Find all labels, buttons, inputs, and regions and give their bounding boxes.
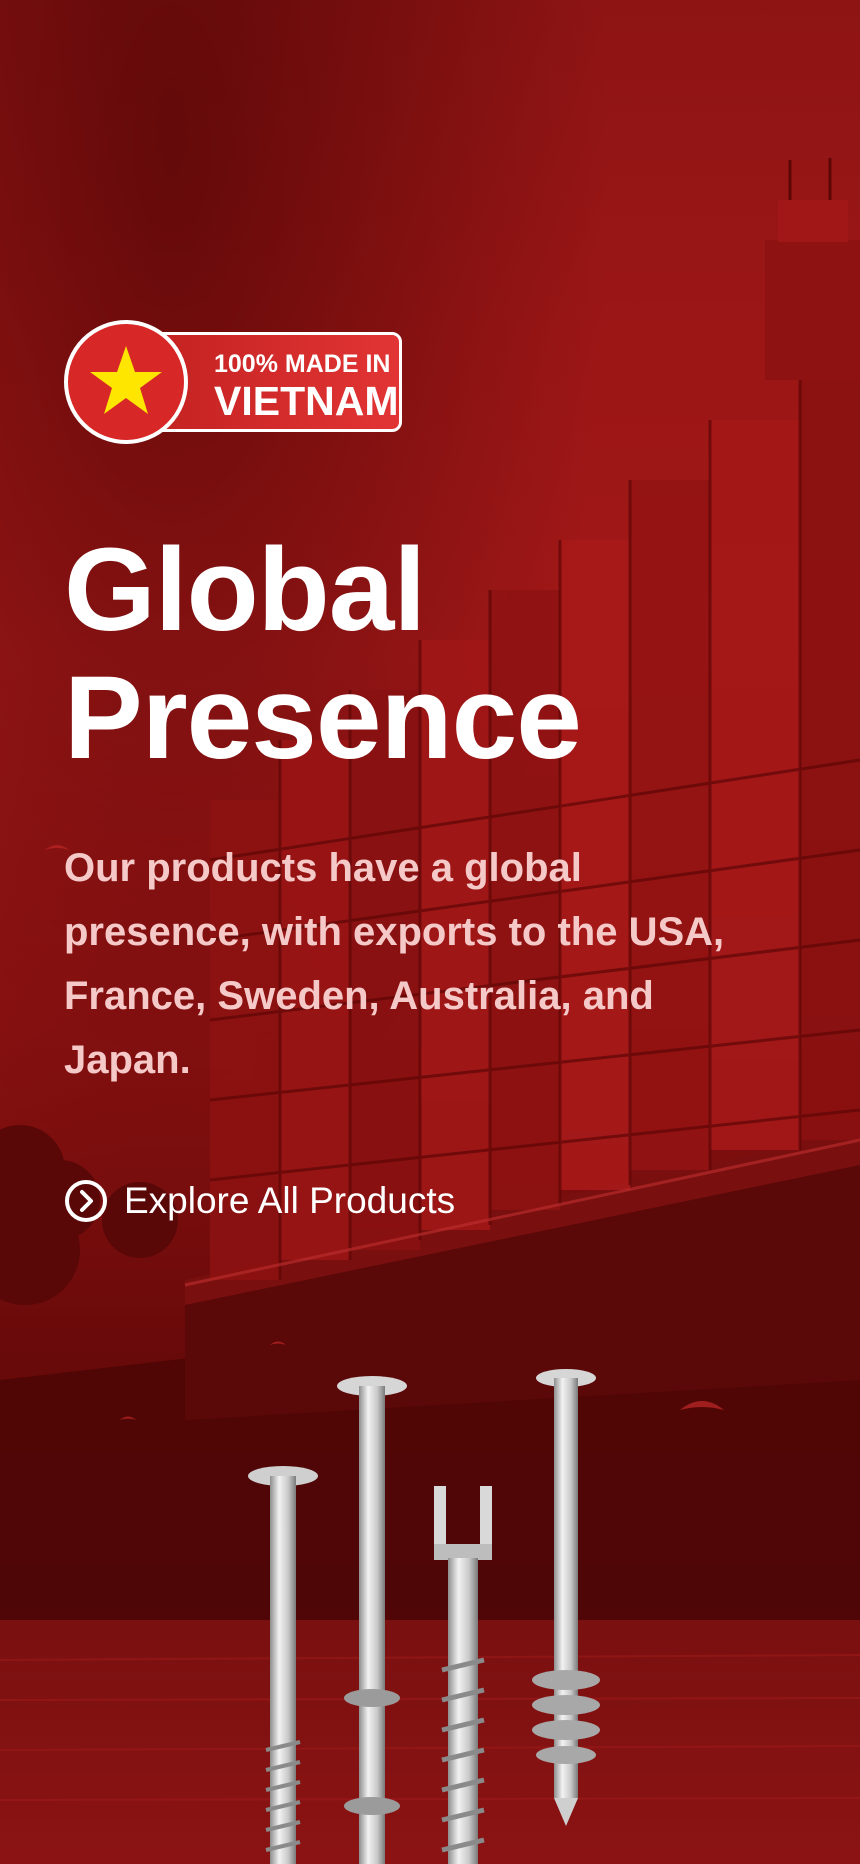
- chevron-right-circle-icon: [65, 1180, 107, 1222]
- badge-line-1: 100% MADE IN: [214, 350, 391, 378]
- title-line-2: Presence: [64, 652, 582, 784]
- made-in-vietnam-badge: 100% MADE IN VIETNAM: [64, 320, 406, 448]
- hero-description: Our products have a global presence, wit…: [64, 846, 725, 1082]
- global-presence-hero: 100% MADE IN VIETNAM Global Presence Our…: [0, 0, 860, 1864]
- explore-all-products-label: Explore All Products: [124, 1180, 456, 1221]
- explore-all-products-link[interactable]: Explore All Products: [64, 1176, 455, 1226]
- vietnam-flag-star-icon: [64, 320, 188, 444]
- title-line-1: Global: [64, 524, 426, 656]
- page-title: Global Presence: [64, 524, 582, 784]
- badge-line-2: VIETNAM: [214, 378, 399, 424]
